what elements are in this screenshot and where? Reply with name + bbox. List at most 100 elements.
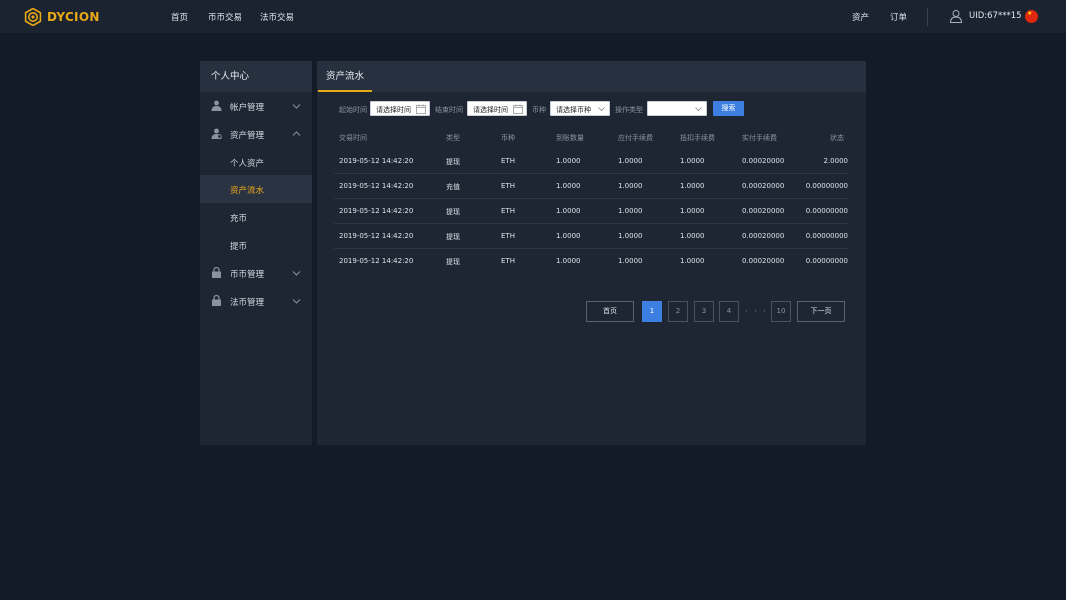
chevron-up-icon — [292, 131, 301, 136]
cell-type: 充值 — [446, 183, 460, 191]
sidebar-group-label: 法币管理 — [230, 298, 265, 308]
cell-amount: 1.0000 — [556, 207, 581, 215]
cell-status: 2.0000 — [823, 157, 849, 165]
logo-text: DYCION — [47, 10, 100, 24]
cell-fee-deduct: 1.0000 — [680, 232, 705, 240]
sidebar-item-asset-flow[interactable]: 资产流水 — [200, 175, 312, 203]
column-header: 实付手续费 — [742, 134, 777, 142]
asset-flow-panel: 资产流水 起始时间 请选择时间 结束时间 请选择时间 币种 请选择币种 操作类型 — [317, 61, 866, 445]
end-time-label: 结束时间 — [435, 106, 463, 114]
logo[interactable]: DYCION — [24, 8, 100, 26]
chevron-down-icon — [292, 271, 301, 276]
nav-home[interactable]: 首页 — [171, 11, 188, 23]
cell-fee-paid: 0.00020000 — [742, 257, 785, 265]
cell-coin: ETH — [501, 257, 515, 265]
sidebar-item-label: 资产流水 — [230, 186, 265, 196]
operation-type-select[interactable] — [647, 101, 707, 116]
chevron-down-icon — [292, 104, 301, 109]
cell-fee-due: 1.0000 — [618, 207, 643, 215]
lock-icon — [212, 267, 221, 278]
page-button-3[interactable]: 3 — [694, 301, 714, 322]
user-icon[interactable] — [949, 9, 963, 23]
cell-coin: ETH — [501, 207, 515, 215]
calendar-icon — [513, 104, 523, 114]
page-button-2[interactable]: 2 — [668, 301, 688, 322]
search-button[interactable]: 搜索 — [713, 101, 744, 116]
lock-icon — [212, 295, 221, 306]
coin-select-value: 请选择币种 — [556, 106, 591, 114]
user-uid[interactable]: UID:67***15 — [969, 11, 1022, 21]
first-page-button[interactable]: 首页 — [586, 301, 634, 322]
table-row: 2019-05-12 14:42:20 提现 ETH 1.0000 1.0000… — [334, 224, 848, 249]
table-row: 2019-05-12 14:42:20 提现 ETH 1.0000 1.0000… — [334, 199, 848, 224]
cell-amount: 1.0000 — [556, 232, 581, 240]
sidebar-group-assets[interactable]: 资产管理 — [200, 120, 312, 148]
cell-coin: ETH — [501, 232, 515, 240]
start-time-value: 请选择时间 — [376, 106, 411, 114]
cell-fee-due: 1.0000 — [618, 257, 643, 265]
cell-coin: ETH — [501, 182, 515, 190]
nav-orders[interactable]: 订单 — [890, 11, 907, 23]
pagination-ellipsis: · · · — [745, 307, 768, 316]
page-button-10[interactable]: 10 — [771, 301, 791, 322]
sidebar-group-label: 资产管理 — [230, 131, 265, 141]
sidebar-item-deposit[interactable]: 充币 — [200, 203, 312, 231]
sidebar-group-account[interactable]: 帐户管理 — [200, 92, 312, 120]
tab-asset-flow[interactable]: 资产流水 — [317, 61, 373, 92]
cell-status: 0.00000000 — [805, 232, 848, 240]
end-time-input[interactable]: 请选择时间 — [467, 101, 527, 116]
sidebar-title: 个人中心 — [200, 61, 312, 92]
china-flag-icon[interactable]: ★ — [1025, 10, 1038, 23]
cell-time: 2019-05-12 14:42:20 — [339, 157, 414, 165]
cell-time: 2019-05-12 14:42:20 — [339, 257, 414, 265]
next-page-button[interactable]: 下一页 — [797, 301, 845, 322]
cell-fee-deduct: 1.0000 — [680, 157, 705, 165]
cell-fee-due: 1.0000 — [618, 157, 643, 165]
column-header: 状态 — [830, 134, 844, 142]
page-button-1[interactable]: 1 — [642, 301, 662, 322]
table-row: 2019-05-12 14:42:20 提现 ETH 1.0000 1.0000… — [334, 249, 848, 274]
page-button-4[interactable]: 4 — [719, 301, 739, 322]
nav-fiat-trade[interactable]: 法币交易 — [260, 11, 294, 23]
sidebar-group-label: 帐户管理 — [230, 103, 265, 113]
column-header: 交易时间 — [339, 134, 367, 142]
sidebar: 个人中心 帐户管理 资产管理 个人资产 资产流水 充币 提币 币币管理 法币管理 — [200, 61, 312, 445]
column-header: 到账数量 — [556, 134, 584, 142]
cell-time: 2019-05-12 14:42:20 — [339, 232, 414, 240]
cell-fee-deduct: 1.0000 — [680, 207, 705, 215]
table-row: 2019-05-12 14:42:20 充值 ETH 1.0000 1.0000… — [334, 174, 848, 199]
cell-time: 2019-05-12 14:42:20 — [339, 182, 414, 190]
cell-coin: ETH — [501, 157, 515, 165]
wallet-user-icon — [211, 128, 222, 139]
column-header: 类型 — [446, 134, 460, 142]
sidebar-item-personal-assets[interactable]: 个人资产 — [200, 148, 312, 176]
panel-header: 资产流水 — [317, 61, 866, 92]
cell-amount: 1.0000 — [556, 182, 581, 190]
cell-fee-paid: 0.00020000 — [742, 157, 785, 165]
cell-amount: 1.0000 — [556, 257, 581, 265]
cell-status: 0.00000000 — [805, 257, 848, 265]
chevron-down-icon — [598, 107, 605, 112]
cell-type: 提现 — [446, 208, 460, 216]
cell-type: 提现 — [446, 258, 460, 266]
start-time-input[interactable]: 请选择时间 — [370, 101, 430, 116]
sidebar-group-fiat[interactable]: 法币管理 — [200, 287, 312, 315]
table-row: 2019-05-12 14:42:20 提现 ETH 1.0000 1.0000… — [334, 149, 848, 174]
cell-fee-deduct: 1.0000 — [680, 257, 705, 265]
top-navigation-bar: DYCION 首页 币币交易 法币交易 资产 订单 UID:67***15 ★ — [0, 0, 1066, 33]
user-icon — [211, 100, 222, 111]
column-header: 币种 — [501, 134, 515, 142]
cell-amount: 1.0000 — [556, 157, 581, 165]
coin-label: 币种 — [532, 106, 546, 114]
sidebar-item-withdraw[interactable]: 提币 — [200, 231, 312, 259]
start-time-label: 起始时间 — [339, 106, 367, 114]
cell-type: 提现 — [446, 158, 460, 166]
nav-assets[interactable]: 资产 — [852, 11, 869, 23]
chevron-down-icon — [695, 107, 702, 112]
cell-status: 0.00000000 — [805, 207, 848, 215]
coin-select[interactable]: 请选择币种 — [550, 101, 610, 116]
chevron-down-icon — [292, 299, 301, 304]
nav-coin-trade[interactable]: 币币交易 — [208, 11, 242, 23]
sidebar-group-coin[interactable]: 币币管理 — [200, 259, 312, 287]
column-header: 应付手续费 — [618, 134, 653, 142]
